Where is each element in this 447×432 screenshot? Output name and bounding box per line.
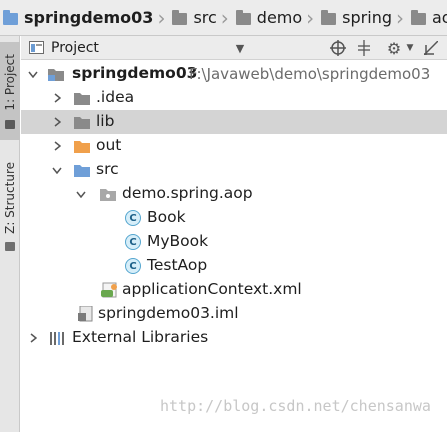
project-folder-icon [47, 66, 65, 82]
chevron-down-icon[interactable] [52, 165, 62, 175]
libraries-icon [49, 330, 67, 346]
chevron-right-icon: › [220, 5, 229, 30]
breadcrumb: springdemo03 › src › demo › spring › aop [0, 0, 447, 36]
hide-icon[interactable] [422, 39, 440, 57]
chevron-right-icon: › [306, 5, 315, 30]
breadcrumb-spring[interactable]: spring [318, 0, 396, 35]
folder-icon [172, 9, 188, 25]
dropdown-arrow-icon[interactable]: ▼ [231, 39, 249, 57]
tree-node-lib[interactable]: lib [21, 110, 447, 134]
chevron-right-icon[interactable] [28, 333, 38, 343]
tree-node-out[interactable]: out [21, 134, 447, 158]
watermark: http://blog.csdn.net/chensanwa [160, 397, 431, 415]
project-tree: springdemo03 F:\Javaweb\demo\springdemo0… [21, 60, 447, 432]
package-icon [99, 186, 117, 202]
chevron-right-icon[interactable] [52, 141, 62, 151]
folder-icon [235, 9, 251, 25]
tree-node-class[interactable]: C TestAop [21, 254, 447, 278]
project-panel-header: Project ▼ ⚙ ▼ [21, 36, 447, 60]
module-file-icon [77, 305, 95, 322]
chevron-down-icon[interactable] [28, 69, 38, 79]
target-icon[interactable] [329, 39, 347, 57]
chevron-right-icon: › [157, 5, 166, 30]
tab-structure[interactable]: Z: Structure [0, 152, 20, 262]
folder-icon [321, 9, 337, 25]
source-folder-icon [73, 162, 91, 178]
breadcrumb-demo[interactable]: demo [233, 0, 306, 35]
project-view-icon [29, 41, 44, 54]
tree-node-class[interactable]: C Book [21, 206, 447, 230]
tree-node-package[interactable]: demo.spring.aop [21, 182, 447, 206]
tree-node-src[interactable]: src [21, 158, 447, 182]
gear-dropdown-icon[interactable]: ▼ [401, 39, 419, 57]
chevron-right-icon[interactable] [52, 117, 62, 127]
tool-window-strip: 1: Project Z: Structure [0, 36, 20, 432]
class-icon: C [125, 234, 141, 250]
view-selector[interactable]: Project [29, 40, 99, 56]
tree-node-class[interactable]: C MyBook [21, 230, 447, 254]
tree-node-external-libraries[interactable]: External Libraries [21, 326, 447, 350]
structure-tab-icon [5, 242, 15, 251]
project-tab-icon [5, 120, 15, 129]
breadcrumb-src[interactable]: src [169, 0, 220, 35]
excluded-folder-icon [73, 138, 91, 154]
tree-node-iml[interactable]: springdemo03.iml [21, 302, 447, 326]
tree-node-root[interactable]: springdemo03 F:\Javaweb\demo\springdemo0… [21, 62, 447, 86]
folder-icon [73, 114, 91, 130]
runnable-class-icon: C [125, 258, 141, 274]
tree-node-xml[interactable]: applicationContext.xml [21, 278, 447, 302]
breadcrumb-aop[interactable]: aop [408, 0, 447, 35]
tab-project[interactable]: 1: Project [0, 42, 20, 140]
collapse-all-icon[interactable] [355, 39, 373, 57]
folder-icon [410, 9, 426, 25]
project-folder-icon [3, 9, 18, 25]
tree-node-idea[interactable]: .idea [21, 86, 447, 110]
chevron-right-icon[interactable] [52, 93, 62, 103]
chevron-down-icon[interactable] [76, 189, 86, 199]
spring-xml-icon [101, 282, 119, 298]
folder-icon [73, 90, 91, 106]
breadcrumb-project[interactable]: springdemo03 [0, 0, 157, 35]
chevron-right-icon: › [395, 5, 404, 30]
class-icon: C [125, 210, 141, 226]
